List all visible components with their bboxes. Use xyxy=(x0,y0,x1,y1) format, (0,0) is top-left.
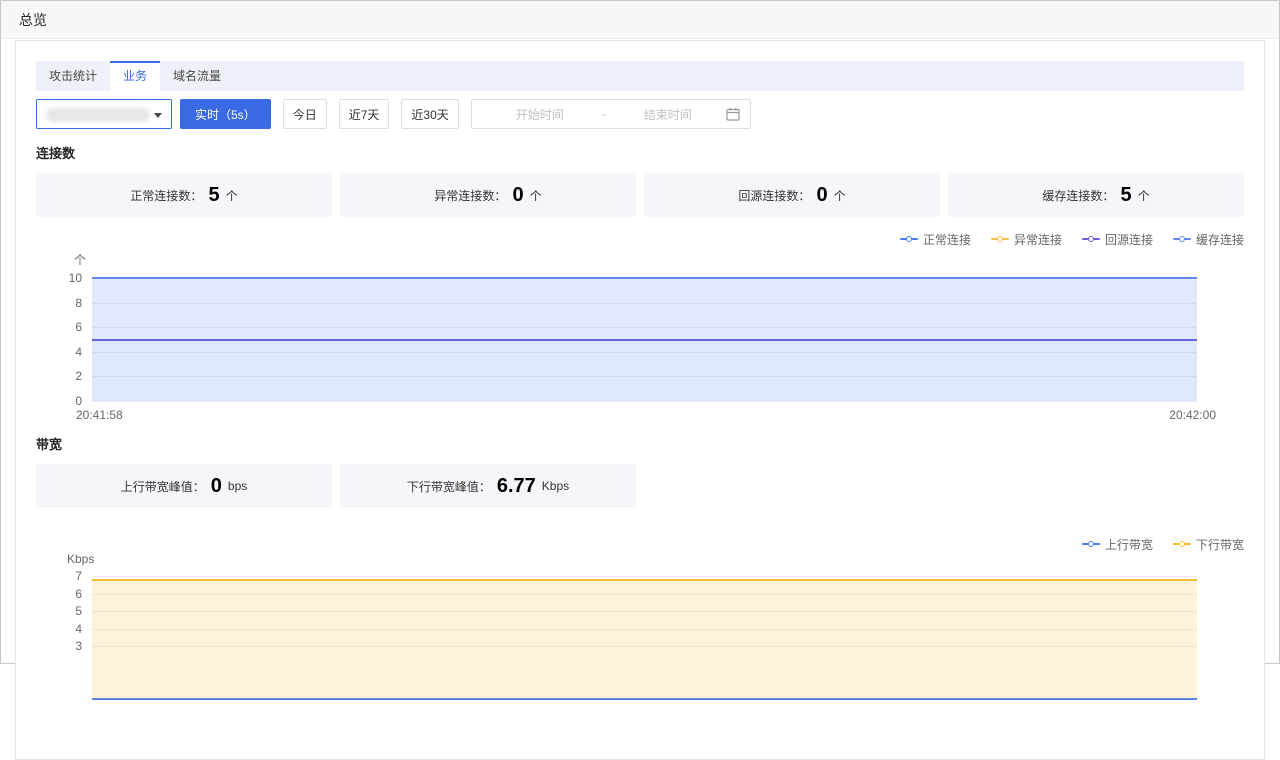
stat-unit: Kbps xyxy=(542,479,569,493)
page-title: 总览 xyxy=(19,10,47,30)
stat-label: 下行带宽峰值： xyxy=(407,478,491,495)
legend-item-origin[interactable]: 回源连接 xyxy=(1082,231,1153,248)
content-card: 攻击统计 业务 域名流量 实时（5s） 今日 近7天 近30天 开始时间 - 结… xyxy=(15,40,1265,760)
y-tick-label: 10 xyxy=(69,271,82,285)
last7days-button[interactable]: 近7天 xyxy=(339,99,390,129)
y-tick-label: 0 xyxy=(75,394,82,408)
downstream-peak-card: 下行带宽峰值： 6.77 Kbps xyxy=(340,464,636,508)
legend-item-cache[interactable]: 缓存连接 xyxy=(1173,231,1244,248)
tab-business[interactable]: 业务 xyxy=(110,61,160,91)
end-time-input[interactable]: 结束时间 xyxy=(610,106,726,123)
bandwidth-section-title: 带宽 xyxy=(36,434,1244,453)
normal-connections-card: 正常连接数： 5 个 xyxy=(36,173,332,217)
x-axis-label-start: 20:41:58 xyxy=(76,408,123,422)
legend-label: 正常连接 xyxy=(923,231,971,248)
connections-chart-x-axis: 20:41:58 20:42:00 xyxy=(76,408,1216,422)
legend-label: 下行带宽 xyxy=(1196,536,1244,553)
tab-domain-traffic[interactable]: 域名流量 xyxy=(160,61,234,91)
legend-marker xyxy=(1082,543,1100,545)
stat-unit: 个 xyxy=(1138,187,1150,204)
stat-value: 6.77 xyxy=(497,475,536,498)
stat-value: 0 xyxy=(211,475,222,498)
stat-label: 异常连接数： xyxy=(434,187,506,204)
cache-connections-card: 缓存连接数： 5 个 xyxy=(948,173,1244,217)
tab-attack-stats[interactable]: 攻击统计 xyxy=(36,61,110,91)
today-button[interactable]: 今日 xyxy=(283,99,327,129)
x-axis-label-end: 20:42:00 xyxy=(1169,408,1216,422)
realtime-button[interactable]: 实时（5s） xyxy=(180,99,271,129)
stat-unit: bps xyxy=(228,479,247,493)
y-tick-label: 3 xyxy=(75,639,82,653)
legend-marker xyxy=(900,238,918,240)
bandwidth-chart: 76543 xyxy=(36,576,1244,699)
stat-label: 回源连接数： xyxy=(738,187,810,204)
abnormal-connections-card: 异常连接数： 0 个 xyxy=(340,173,636,217)
connections-chart: 1086420 xyxy=(36,278,1244,401)
legend-marker xyxy=(1173,543,1191,545)
legend-marker xyxy=(1082,238,1100,240)
stat-value: 5 xyxy=(208,184,219,207)
connections-chart-plot[interactable] xyxy=(92,278,1197,401)
caret-down-icon xyxy=(154,113,162,118)
legend-label: 异常连接 xyxy=(1014,231,1062,248)
y-tick-label: 7 xyxy=(75,569,82,583)
stat-label: 缓存连接数： xyxy=(1042,187,1114,204)
y-tick-label: 4 xyxy=(75,345,82,359)
last30days-button[interactable]: 近30天 xyxy=(401,99,458,129)
filter-row: 实时（5s） 今日 近7天 近30天 开始时间 - 结束时间 xyxy=(36,99,1244,129)
bandwidth-stats-row: 上行带宽峰值： 0 bps 下行带宽峰值： 6.77 Kbps xyxy=(36,464,1244,508)
connections-section-title: 连接数 xyxy=(36,143,1244,162)
stat-unit: 个 xyxy=(530,187,542,204)
redacted-selected-value xyxy=(46,108,150,122)
bandwidth-chart-y-unit: Kbps xyxy=(67,552,1244,566)
stat-value: 5 xyxy=(1120,184,1131,207)
y-tick-label: 6 xyxy=(75,320,82,334)
y-tick-label: 6 xyxy=(75,587,82,601)
domain-select[interactable] xyxy=(36,99,172,129)
legend-item-upstream[interactable]: 上行带宽 xyxy=(1082,536,1153,553)
legend-label: 缓存连接 xyxy=(1196,231,1244,248)
legend-item-downstream[interactable]: 下行带宽 xyxy=(1173,536,1244,553)
legend-item-normal[interactable]: 正常连接 xyxy=(900,231,971,248)
legend-marker xyxy=(1173,238,1191,240)
y-tick-label: 8 xyxy=(75,296,82,310)
legend-marker xyxy=(991,238,1009,240)
stat-unit: 个 xyxy=(226,187,238,204)
y-tick-label: 2 xyxy=(75,369,82,383)
upstream-peak-card: 上行带宽峰值： 0 bps xyxy=(36,464,332,508)
stat-unit: 个 xyxy=(834,187,846,204)
origin-connections-card: 回源连接数： 0 个 xyxy=(644,173,940,217)
y-tick-label: 5 xyxy=(75,604,82,618)
connections-chart-legend: 正常连接 异常连接 回源连接 缓存连接 xyxy=(36,231,1244,247)
start-time-input[interactable]: 开始时间 xyxy=(482,106,598,123)
date-separator: - xyxy=(598,107,610,121)
date-range-picker[interactable]: 开始时间 - 结束时间 xyxy=(471,99,751,129)
bandwidth-chart-legend: 上行带宽 下行带宽 xyxy=(36,536,1244,552)
y-axis-ticks: 76543 xyxy=(36,576,92,699)
connections-stats-row: 正常连接数： 5 个 异常连接数： 0 个 回源连接数： 0 个 缓存连接数： … xyxy=(36,173,1244,217)
connections-chart-y-unit: 个 xyxy=(74,251,1244,268)
bandwidth-chart-plot[interactable] xyxy=(92,576,1197,699)
y-axis-ticks: 1086420 xyxy=(36,278,92,401)
legend-item-abnormal[interactable]: 异常连接 xyxy=(991,231,1062,248)
page-header: 总览 xyxy=(1,1,1279,39)
stat-label: 正常连接数： xyxy=(130,187,202,204)
stat-label: 上行带宽峰值： xyxy=(121,478,205,495)
legend-label: 上行带宽 xyxy=(1105,536,1153,553)
y-tick-label: 4 xyxy=(75,622,82,636)
stat-value: 0 xyxy=(512,184,523,207)
stat-value: 0 xyxy=(816,184,827,207)
calendar-icon[interactable] xyxy=(726,107,740,121)
legend-label: 回源连接 xyxy=(1105,231,1153,248)
tab-strip: 攻击统计 业务 域名流量 xyxy=(36,61,1244,91)
